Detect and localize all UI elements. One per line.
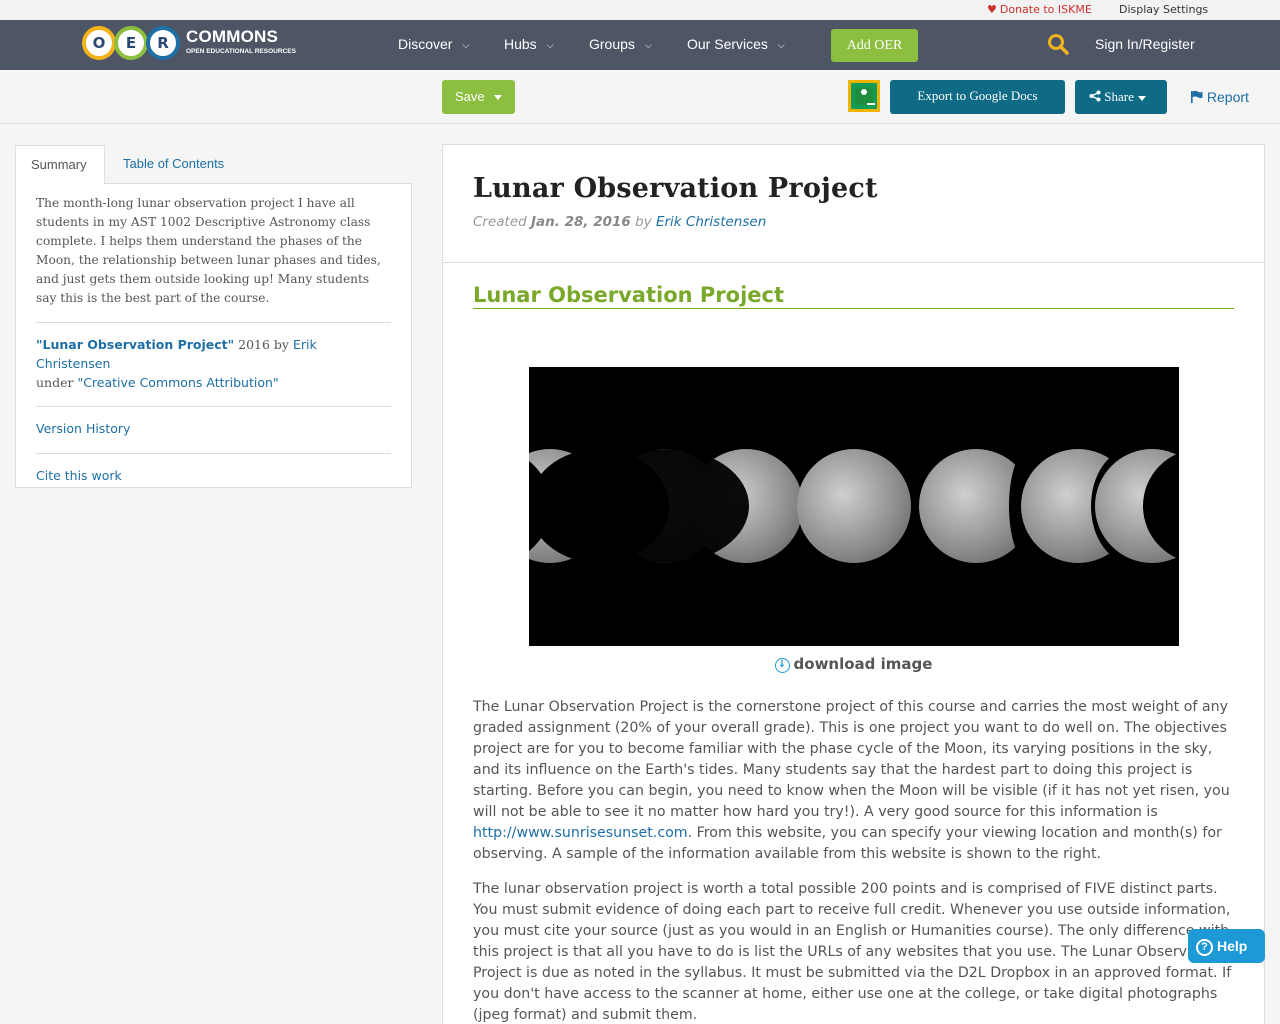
moon-phases-image (528, 367, 1179, 646)
oer-commons-logo[interactable]: O E R COMMONS OPEN EDUCATIONAL RESOURCES (82, 26, 296, 60)
attribution-title-link[interactable]: "Lunar Observation Project" (36, 337, 234, 352)
main-navbar: O E R COMMONS OPEN EDUCATIONAL RESOURCES… (0, 20, 1280, 70)
created-meta: Created Jan. 28, 2016 by Erik Christense… (473, 214, 767, 230)
resource-toolbar: Save Export to Google Docs Share Report (0, 70, 1280, 124)
share-icon (1089, 90, 1101, 102)
divider (36, 406, 391, 407)
share-button[interactable]: Share (1075, 80, 1167, 114)
nav-groups[interactable]: Groups ⌵ (589, 36, 652, 52)
google-classroom-icon[interactable] (848, 80, 880, 112)
section-title: Lunar Observation Project (473, 283, 1234, 309)
search-icon[interactable] (1047, 33, 1069, 55)
divider (36, 453, 391, 454)
sign-in-register-link[interactable]: Sign In/Register (1095, 36, 1195, 52)
caret-down-icon (494, 95, 502, 100)
body-paragraph: The Lunar Observation Project is the cor… (473, 699, 1230, 862)
logo-letter-o: O (82, 26, 116, 60)
nav-our-services[interactable]: Our Services ⌵ (687, 36, 785, 52)
flag-icon (1191, 90, 1203, 103)
resource-header: Lunar Observation Project Created Jan. 2… (443, 145, 1264, 263)
donate-link[interactable]: ♥ Donate to ISKME (987, 3, 1092, 16)
help-button[interactable]: ? Help (1188, 929, 1265, 963)
download-image-link[interactable]: ↓ download image (473, 655, 1234, 673)
utility-bar: ♥ Donate to ISKME Display Settings (0, 0, 1280, 20)
nav-discover[interactable]: Discover ⌵ (398, 36, 469, 52)
tab-summary[interactable]: Summary (15, 145, 105, 184)
question-icon: ? (1196, 939, 1213, 956)
summary-panel: The month-long lunar observation project… (15, 183, 412, 488)
logo-letter-r: R (146, 26, 180, 60)
chevron-down-icon: ⌵ (546, 39, 554, 50)
report-link[interactable]: Report (1190, 89, 1249, 105)
chevron-down-icon: ⌵ (777, 39, 785, 50)
attribution: "Lunar Observation Project" 2016 by Erik… (36, 337, 317, 390)
license-link[interactable]: "Creative Commons Attribution" (77, 375, 278, 390)
logo-subtitle: OPEN EDUCATIONAL RESOURCES (186, 48, 296, 55)
moon-phase (918, 449, 1049, 563)
logo-letter-e: E (114, 26, 148, 60)
body-paragraph: The lunar observation project is worth a… (473, 881, 1232, 1023)
nav-hubs[interactable]: Hubs ⌵ (504, 36, 554, 52)
export-google-docs-button[interactable]: Export to Google Docs (890, 80, 1065, 114)
chevron-down-icon: ⌵ (644, 39, 652, 50)
resource-body: Lunar Observation Project ↓ download imag… (443, 263, 1264, 1024)
moon-phase (796, 449, 911, 563)
add-oer-button[interactable]: Add OER (831, 29, 918, 62)
save-button[interactable]: Save (442, 80, 515, 114)
divider (36, 322, 391, 323)
cite-this-work-link[interactable]: Cite this work (36, 466, 391, 486)
page-title: Lunar Observation Project (473, 173, 878, 204)
moon-phase (588, 449, 803, 563)
created-date: Jan. 28, 2016 (531, 214, 631, 230)
author-link[interactable]: Erik Christensen (656, 214, 766, 230)
download-icon: ↓ (774, 658, 790, 673)
sunrisesunset-link[interactable]: http://www.sunrisesunset.com (473, 825, 688, 841)
display-settings-link[interactable]: Display Settings (1119, 3, 1208, 16)
logo-word: COMMONS (186, 27, 279, 46)
sidebar-tabs: Summary Table of Contents (15, 145, 412, 184)
chevron-down-icon: ⌵ (462, 39, 470, 50)
resource-main: Lunar Observation Project Created Jan. 2… (442, 144, 1265, 1024)
heart-icon: ♥ (987, 3, 997, 16)
resource-sidebar: Summary Table of Contents The month-long… (15, 145, 412, 488)
tab-table-of-contents[interactable]: Table of Contents (108, 145, 239, 184)
caret-down-icon (1137, 95, 1146, 101)
version-history-link[interactable]: Version History (36, 419, 391, 439)
summary-text: The month-long lunar observation project… (36, 196, 381, 305)
